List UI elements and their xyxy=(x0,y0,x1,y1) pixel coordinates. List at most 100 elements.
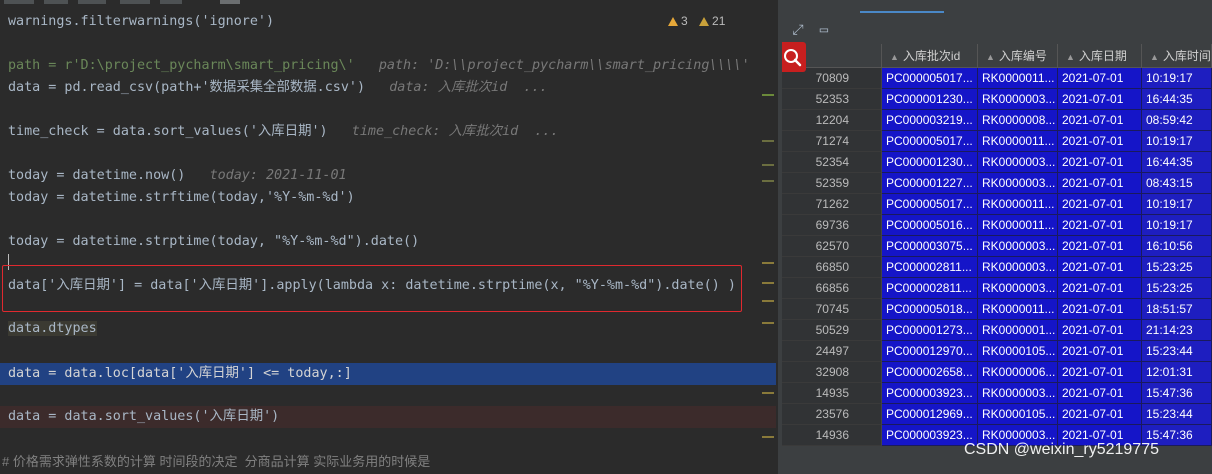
table-row[interactable]: 14935 PC000003923... RK0000003... 2021-07-0… xyxy=(782,383,1212,404)
table-cell[interactable]: PC000002811... xyxy=(882,257,978,278)
table-cell[interactable]: RK0000008... xyxy=(978,110,1058,131)
table-row[interactable]: 50529 PC000001273... RK0000001... 2021-07-0… xyxy=(782,320,1212,341)
table-row[interactable]: 52359 PC000001227... RK0000003... 2021-07-0… xyxy=(782,173,1212,194)
table-cell[interactable]: 2021-07-01 xyxy=(1058,404,1142,425)
row-index[interactable]: 32908 xyxy=(782,362,882,383)
table-row[interactable]: 23576 PC000012969... RK0000105... 2021-07-0… xyxy=(782,404,1212,425)
table-cell[interactable]: RK0000003... xyxy=(978,152,1058,173)
table-row[interactable]: 71262 PC000005017... RK0000011... 2021-07-0… xyxy=(782,194,1212,215)
table-cell[interactable]: RK0000003... xyxy=(978,236,1058,257)
table-cell[interactable]: 2021-07-01 xyxy=(1058,194,1142,215)
code-line-1[interactable]: warnings.filterwarnings('ignore') xyxy=(8,11,274,33)
table-cell[interactable]: RK0000003... xyxy=(978,173,1058,194)
table-cell[interactable]: PC000012970... xyxy=(882,341,978,362)
table-cell[interactable]: RK0000011... xyxy=(978,299,1058,320)
row-index[interactable]: 62570 xyxy=(782,236,882,257)
table-row[interactable]: 70809 PC000005017... RK0000011... 2021-07-0… xyxy=(782,68,1212,89)
table-cell[interactable]: 21:14:23 xyxy=(1142,320,1212,341)
table-cell[interactable]: PC000001230... xyxy=(882,152,978,173)
table-row[interactable]: 69736 PC000005016... RK0000011... 2021-07-0… xyxy=(782,215,1212,236)
table-cell[interactable]: RK0000003... xyxy=(978,278,1058,299)
table-row[interactable]: 52354 PC000001230... RK0000003... 2021-07-0… xyxy=(782,152,1212,173)
code-line-3[interactable]: data = pd.read_csv(path+'数据采集全部数据.csv') … xyxy=(8,77,548,99)
table-row[interactable]: 62570 PC000003075... RK0000003... 2021-07-0… xyxy=(782,236,1212,257)
table-cell[interactable]: 16:10:56 xyxy=(1142,236,1212,257)
code-line-2[interactable]: path = r'D:\project_pycharm\smart_pricin… xyxy=(8,55,750,77)
table-cell[interactable]: 2021-07-01 xyxy=(1058,131,1142,152)
table-cell[interactable]: PC000005018... xyxy=(882,299,978,320)
table-row[interactable]: 52353 PC000001230... RK0000003... 2021-07-0… xyxy=(782,89,1212,110)
viewer-tab[interactable] xyxy=(790,0,850,11)
table-cell[interactable]: PC000001230... xyxy=(882,89,978,110)
table-cell[interactable]: PC000002811... xyxy=(882,278,978,299)
row-index[interactable]: 23576 xyxy=(782,404,882,425)
table-row[interactable]: 66850 PC000002811... RK0000003... 2021-07-0… xyxy=(782,257,1212,278)
inspection-widget[interactable]: 3 21 xyxy=(668,14,725,28)
table-cell[interactable]: PC000012969... xyxy=(882,404,978,425)
row-index[interactable]: 12204 xyxy=(782,110,882,131)
code-line-12[interactable]: # 价格需求弹性系数的计算 时间段的决定 分商品计算 实际业务用的时候是 xyxy=(0,450,778,474)
table-cell[interactable]: RK0000011... xyxy=(978,68,1058,89)
code-line-7[interactable]: today = datetime.strptime(today, "%Y-%m-… xyxy=(8,231,419,253)
table-row[interactable]: 70745 PC000005018... RK0000011... 2021-07-0… xyxy=(782,299,1212,320)
row-index[interactable]: 66850 xyxy=(782,257,882,278)
code-line-10[interactable]: data = data.loc[data['入库日期'] <= today,:] xyxy=(8,363,352,385)
table-cell[interactable]: 10:19:17 xyxy=(1142,68,1212,89)
row-index[interactable]: 69736 xyxy=(782,215,882,236)
code-editor[interactable]: 3 21 warnings.filterwarnings('ignore') p… xyxy=(0,0,778,474)
table-cell[interactable]: 15:23:44 xyxy=(1142,341,1212,362)
table-cell[interactable]: RK0000105... xyxy=(978,404,1058,425)
table-cell[interactable]: RK0000003... xyxy=(978,257,1058,278)
column-header-batch-id[interactable]: ▲ 入库批次id xyxy=(882,44,978,68)
table-cell[interactable]: 10:19:17 xyxy=(1142,194,1212,215)
table-cell[interactable]: 2021-07-01 xyxy=(1058,320,1142,341)
column-header-stock-time[interactable]: ▲ 入库时间 xyxy=(1142,44,1212,68)
table-cell[interactable]: RK0000003... xyxy=(978,383,1058,404)
table-cell[interactable]: 2021-07-01 xyxy=(1058,68,1142,89)
search-button[interactable] xyxy=(782,42,806,72)
table-cell[interactable]: 2021-07-01 xyxy=(1058,299,1142,320)
table-cell[interactable]: 2021-07-01 xyxy=(1058,278,1142,299)
table-cell[interactable]: 15:23:25 xyxy=(1142,257,1212,278)
table-cell[interactable]: 2021-07-01 xyxy=(1058,257,1142,278)
table-cell[interactable]: PC000003923... xyxy=(882,383,978,404)
table-cell[interactable]: 08:43:15 xyxy=(1142,173,1212,194)
row-index[interactable]: 52353 xyxy=(782,89,882,110)
row-index[interactable]: 71274 xyxy=(782,131,882,152)
row-index[interactable]: 52354 xyxy=(782,152,882,173)
table-cell[interactable]: 2021-07-01 xyxy=(1058,110,1142,131)
viewer-tab-active[interactable] xyxy=(860,0,944,13)
code-line-6[interactable]: today = datetime.strftime(today,'%Y-%m-%… xyxy=(8,187,355,209)
table-cell[interactable]: 15:23:44 xyxy=(1142,404,1212,425)
row-index[interactable]: 14936 xyxy=(782,425,882,446)
expand-icon[interactable]: ⤢ xyxy=(790,22,806,38)
table-cell[interactable]: PC000005016... xyxy=(882,215,978,236)
table-cell[interactable]: PC000002658... xyxy=(882,362,978,383)
code-line-5[interactable]: today = datetime.now() today: 2021-11-01 xyxy=(8,165,347,187)
table-cell[interactable]: 10:19:17 xyxy=(1142,131,1212,152)
table-cell[interactable]: RK0000011... xyxy=(978,215,1058,236)
table-row[interactable]: 66856 PC000002811... RK0000003... 2021-07-0… xyxy=(782,278,1212,299)
table-cell[interactable]: 2021-07-01 xyxy=(1058,362,1142,383)
table-cell[interactable]: PC000005017... xyxy=(882,194,978,215)
row-index[interactable]: 70745 xyxy=(782,299,882,320)
row-index[interactable]: 52359 xyxy=(782,173,882,194)
column-header-stock-date[interactable]: ▲ 入库日期 xyxy=(1058,44,1142,68)
table-cell[interactable]: RK0000011... xyxy=(978,194,1058,215)
table-cell[interactable]: 2021-07-01 xyxy=(1058,236,1142,257)
table-cell[interactable]: 2021-07-01 xyxy=(1058,152,1142,173)
window-icon[interactable]: ▭ xyxy=(816,22,832,38)
table-cell[interactable]: RK0000003... xyxy=(978,89,1058,110)
table-cell[interactable]: PC000001273... xyxy=(882,320,978,341)
table-cell[interactable]: 2021-07-01 xyxy=(1058,173,1142,194)
table-cell[interactable]: 10:19:17 xyxy=(1142,215,1212,236)
table-cell[interactable]: 2021-07-01 xyxy=(1058,383,1142,404)
table-cell[interactable]: RK0000011... xyxy=(978,131,1058,152)
table-cell[interactable]: 15:47:36 xyxy=(1142,383,1212,404)
table-cell[interactable]: 08:59:42 xyxy=(1142,110,1212,131)
table-cell[interactable]: RK0000001... xyxy=(978,320,1058,341)
row-index[interactable]: 71262 xyxy=(782,194,882,215)
row-index[interactable]: 66856 xyxy=(782,278,882,299)
table-row[interactable]: 12204 PC000003219... RK0000008... 2021-07-0… xyxy=(782,110,1212,131)
code-line-4[interactable]: time_check = data.sort_values('入库日期') ti… xyxy=(8,121,559,143)
